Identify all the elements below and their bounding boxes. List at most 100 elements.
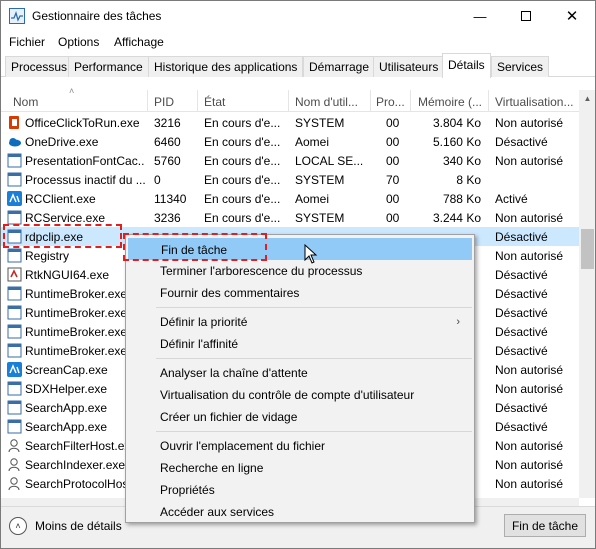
context-menu-label: Définir la priorité	[160, 315, 248, 329]
context-menu-label: Ouvrir l'emplacement du fichier	[160, 439, 326, 453]
process-virtualization: Désactivé	[495, 268, 548, 282]
process-virtualization: Non autorisé	[495, 363, 564, 377]
tab-processus[interactable]: Processus	[5, 56, 74, 77]
scroll-up-icon[interactable]: ▲	[579, 90, 595, 107]
context-menu-label: Terminer l'arborescence du processus	[160, 264, 363, 278]
close-button[interactable]: ✕	[549, 1, 595, 31]
process-virtualization: Non autorisé	[495, 154, 564, 168]
process-user: SYSTEM	[295, 211, 345, 225]
context-menu-item[interactable]: Définir la priorité ›	[128, 311, 472, 333]
context-menu-item[interactable]: Ouvrir l'emplacement du fichier	[128, 435, 472, 457]
mouse-cursor-icon	[304, 244, 318, 264]
col-pid[interactable]: PID	[154, 95, 174, 109]
process-name: RCClient.exe	[25, 192, 96, 206]
search-host-icon	[7, 438, 22, 453]
process-cpu: 00	[386, 135, 400, 149]
less-details-button[interactable]: ˄ Moins de détails	[9, 515, 122, 537]
context-menu-item[interactable]: Analyser la chaîne d'attente	[128, 362, 472, 384]
tab-utilisateurs[interactable]: Utilisateurs	[373, 56, 445, 77]
menu-fichier[interactable]: Fichier	[9, 35, 45, 49]
maximize-button[interactable]	[503, 1, 549, 31]
col-divider[interactable]	[410, 90, 411, 112]
process-name: Processus inactif du ...	[25, 173, 145, 187]
app-window-icon	[7, 343, 22, 358]
process-virtualization: Non autorisé	[495, 382, 564, 396]
rtk-icon	[7, 267, 22, 282]
process-user: SYSTEM	[295, 116, 345, 130]
context-menu-item[interactable]: Accéder aux services	[128, 501, 472, 523]
menu-options[interactable]: Options	[58, 35, 99, 49]
app-window-icon	[7, 210, 22, 225]
scroll-thumb[interactable]	[581, 229, 594, 269]
column-header: ˄ Nom PID État Nom d'util... Pro... Mémo…	[1, 86, 579, 112]
table-row[interactable]: RCClient.exe 11340 En cours d'e... Aomei 00 7…	[1, 189, 579, 208]
tab-demarrage[interactable]: Démarrage	[303, 56, 376, 77]
col-memory[interactable]: Mémoire (...	[418, 95, 482, 109]
context-menu-label: Propriétés	[160, 483, 215, 497]
process-virtualization: Désactivé	[495, 401, 548, 415]
process-virtualization: Non autorisé	[495, 458, 564, 472]
process-memory: 788 Ko	[442, 192, 481, 206]
less-details-label: Moins de détails	[35, 519, 122, 533]
office-icon	[7, 115, 22, 130]
menu-affichage[interactable]: Affichage	[114, 35, 164, 49]
minimize-icon: —	[473, 8, 487, 24]
context-menu-item[interactable]: Fournir des commentaires	[128, 282, 472, 304]
tab-details[interactable]: Détails	[442, 53, 491, 78]
app-window-icon	[7, 172, 22, 187]
col-divider[interactable]	[288, 90, 289, 112]
process-memory: 8 Ko	[456, 173, 481, 187]
title-bar: Gestionnaire des tâches — ✕	[1, 1, 595, 32]
process-virtualization: Désactivé	[495, 230, 548, 244]
tab-performance[interactable]: Performance	[68, 56, 149, 77]
app-window-icon	[7, 305, 22, 320]
process-memory: 3.244 Ko	[432, 211, 481, 225]
context-menu-item[interactable]: Recherche en ligne	[128, 457, 472, 479]
col-divider[interactable]	[197, 90, 198, 112]
table-row[interactable]: OneDrive.exe 6460 En cours d'e... Aomei 00 5.…	[1, 132, 579, 151]
context-menu-label: Accéder aux services	[160, 505, 275, 519]
rcclient-icon	[7, 191, 22, 206]
context-menu-item[interactable]: Propriétés	[128, 479, 472, 501]
col-cpu[interactable]: Pro...	[376, 95, 405, 109]
process-user: SYSTEM	[295, 173, 345, 187]
process-memory: 3.804 Ko	[432, 116, 481, 130]
context-menu-item[interactable]: Créer un fichier de vidage	[128, 406, 472, 428]
minimize-button[interactable]: —	[457, 1, 503, 31]
process-cpu: 00	[386, 192, 400, 206]
process-virtualization: Désactivé	[495, 306, 548, 320]
process-cpu: 00	[386, 154, 400, 168]
col-name[interactable]: Nom	[13, 95, 38, 109]
process-user: Aomei	[295, 135, 330, 149]
process-cpu: 00	[386, 116, 400, 130]
process-virtualization: Activé	[495, 192, 528, 206]
col-user[interactable]: Nom d'util...	[295, 95, 358, 109]
process-virtualization: Désactivé	[495, 420, 548, 434]
context-menu-item[interactable]: Virtualisation du contrôle de compte d'u…	[128, 384, 472, 406]
col-divider[interactable]	[488, 90, 489, 112]
process-virtualization: Non autorisé	[495, 211, 564, 225]
process-virtualization: Non autorisé	[495, 116, 564, 130]
context-menu-label: Créer un fichier de vidage	[160, 410, 298, 424]
process-name: RCService.exe	[25, 211, 106, 225]
process-name: OfficeClickToRun.exe	[25, 116, 140, 130]
context-menu-item[interactable]: Définir l'affinité	[128, 333, 472, 355]
col-divider[interactable]	[370, 90, 371, 112]
col-status[interactable]: État	[204, 95, 225, 109]
table-row[interactable]: Processus inactif du ... 0 En cours d'e...…	[1, 170, 579, 189]
tab-services[interactable]: Services	[491, 56, 550, 77]
process-user: Aomei	[295, 192, 330, 206]
table-row[interactable]: PresentationFontCac... 5760 En cours d'e..…	[1, 151, 579, 170]
tab-historique[interactable]: Historique des applications	[148, 56, 304, 77]
end-task-button[interactable]: Fin de tâche	[504, 514, 586, 537]
table-row[interactable]: OfficeClickToRun.exe 3216 En cours d'e... S…	[1, 113, 579, 132]
col-divider[interactable]	[147, 90, 148, 112]
process-pid: 11340	[154, 192, 187, 206]
process-virtualization: Non autorisé	[495, 477, 564, 491]
app-window-icon	[7, 400, 22, 415]
process-pid: 5760	[154, 154, 181, 168]
col-virtualization[interactable]: Virtualisation...	[495, 95, 574, 109]
vertical-scrollbar[interactable]: ▲	[579, 90, 595, 498]
context-menu-item[interactable]: Terminer l'arborescence du processus	[128, 260, 472, 282]
process-virtualization: Non autorisé	[495, 249, 564, 263]
